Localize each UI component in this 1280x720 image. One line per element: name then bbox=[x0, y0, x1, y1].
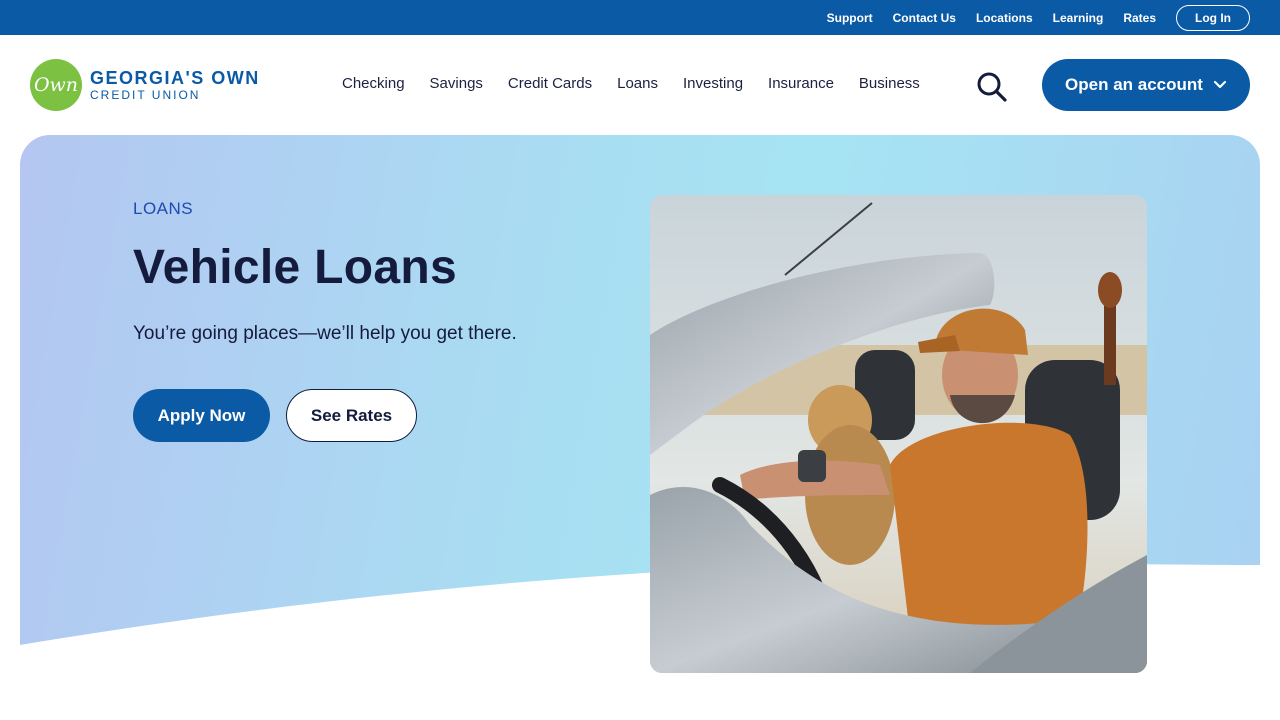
nav-item-loans[interactable]: Loans bbox=[617, 75, 658, 92]
hero-eyebrow: LOANS bbox=[133, 199, 194, 218]
utility-link-support[interactable]: Support bbox=[827, 11, 873, 25]
utility-bar: Support Contact Us Locations Learning Ra… bbox=[0, 0, 1280, 35]
login-button[interactable]: Log In bbox=[1176, 4, 1250, 31]
main-nav: Checking Savings Credit Cards Loans Inve… bbox=[342, 75, 945, 92]
search-icon[interactable] bbox=[976, 71, 1008, 103]
hero-subtitle: You’re going places—we’ll help you get t… bbox=[133, 323, 517, 344]
utility-link-rates[interactable]: Rates bbox=[1123, 11, 1156, 25]
nav-item-savings[interactable]: Savings bbox=[430, 75, 483, 92]
see-rates-button[interactable]: See Rates bbox=[286, 389, 417, 442]
chevron-down-icon bbox=[1213, 80, 1227, 89]
nav-item-insurance[interactable]: Insurance bbox=[768, 75, 834, 92]
hero-title: Vehicle Loans bbox=[133, 241, 458, 294]
hero-photo bbox=[650, 195, 1147, 673]
logo-name-line1: GEORGIA'S OWN bbox=[90, 67, 260, 88]
nav-item-credit-cards[interactable]: Credit Cards bbox=[508, 75, 592, 92]
main-header: Own GEORGIA'S OWN CREDIT UNION Checking … bbox=[0, 35, 1280, 135]
apply-now-button[interactable]: Apply Now bbox=[133, 389, 270, 442]
brand-logo[interactable]: Own GEORGIA'S OWN CREDIT UNION bbox=[30, 59, 260, 111]
utility-link-contact-us[interactable]: Contact Us bbox=[893, 11, 956, 25]
open-account-label: Open an account bbox=[1065, 75, 1203, 94]
utility-link-learning[interactable]: Learning bbox=[1053, 11, 1104, 25]
nav-item-investing[interactable]: Investing bbox=[683, 75, 743, 92]
open-account-button[interactable]: Open an account bbox=[1042, 59, 1250, 111]
logo-name-line2: CREDIT UNION bbox=[90, 87, 201, 102]
utility-link-locations[interactable]: Locations bbox=[976, 11, 1033, 25]
nav-item-business[interactable]: Business bbox=[859, 75, 920, 92]
nav-item-checking[interactable]: Checking bbox=[342, 75, 405, 92]
logo-mark: Own bbox=[30, 59, 82, 111]
logo-text: GEORGIA'S OWN CREDIT UNION bbox=[90, 67, 260, 102]
